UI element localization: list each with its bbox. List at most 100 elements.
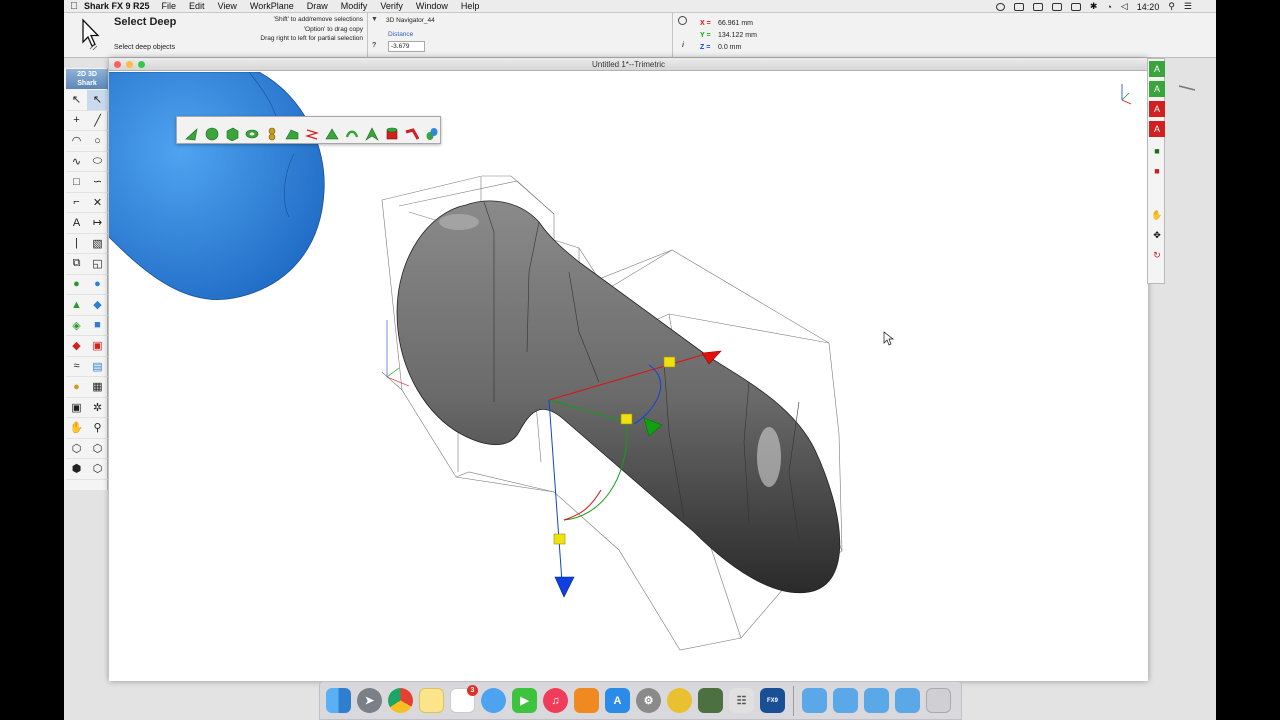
view-side-icon[interactable]: ⬡ (87, 459, 108, 480)
capsule-icon[interactable] (423, 125, 440, 142)
shading-mixed-icon[interactable]: A (1149, 121, 1165, 137)
text-icon[interactable]: A (66, 213, 87, 234)
shading-icon[interactable]: A (1149, 61, 1165, 77)
trim-icon[interactable]: ✕ (87, 193, 108, 213)
cube-icon[interactable]: ■ (87, 316, 108, 336)
surface-icon[interactable]: ≈ (66, 357, 87, 377)
shading-red-icon[interactable]: A (1149, 101, 1165, 117)
menu-help[interactable]: Help (461, 1, 480, 11)
hatch-icon[interactable]: ▧ (87, 234, 108, 254)
notification-center-icon[interactable]: ☰ (1184, 1, 1192, 12)
apps-grid-icon[interactable]: ☷ (729, 688, 754, 713)
notes-icon[interactable] (419, 688, 444, 713)
rotate-icon[interactable]: ↻ (1149, 247, 1165, 263)
app-menu[interactable]: Shark FX 9 R25 (84, 1, 150, 11)
split-icon[interactable]: ◆ (66, 336, 87, 357)
solids-palette[interactable] (176, 116, 441, 144)
menu-window[interactable]: Window (416, 1, 448, 11)
wifi-icon[interactable]: ◔ (1106, 2, 1111, 12)
fillet-icon[interactable]: ⌐ (66, 193, 87, 213)
zoom-icon[interactable]: ⚲ (87, 418, 108, 439)
spotlight-icon[interactable]: ⚲ (1168, 1, 1175, 12)
documents-folder-icon[interactable] (833, 688, 858, 713)
help-icon[interactable]: ? (372, 42, 376, 49)
cylinder-icon[interactable] (383, 125, 400, 142)
apple-menu-icon[interactable]:  (64, 1, 84, 12)
applications-folder-icon[interactable] (895, 688, 920, 713)
gray-solid[interactable] (396, 200, 841, 594)
menu-verify[interactable]: Verify (380, 1, 403, 11)
volume-icon[interactable]: ◁ (1121, 1, 1128, 12)
clock[interactable]: 14:20 (1137, 2, 1160, 12)
dropdown-icon[interactable]: ▼ (371, 16, 378, 23)
shell-icon[interactable]: ▣ (87, 336, 108, 357)
shark-fx-icon[interactable]: FX9 (760, 688, 785, 713)
z-axis-arrow[interactable] (554, 576, 575, 598)
zoom-button[interactable] (138, 61, 145, 68)
dimension-icon[interactable]: ↦ (87, 213, 108, 234)
box-solid-icon[interactable] (223, 125, 240, 142)
sphere-icon[interactable]: ● (87, 275, 108, 295)
facetime-icon[interactable]: ▶ (512, 688, 537, 713)
scene-canvas[interactable] (109, 72, 1148, 681)
downloads-folder-icon[interactable] (864, 688, 889, 713)
render-icon[interactable]: ● (66, 377, 87, 398)
hand-icon[interactable]: ✋ (66, 418, 87, 439)
minimize-button[interactable] (126, 61, 133, 68)
sweep-icon[interactable] (343, 125, 360, 142)
person-red-icon[interactable]: ■ (1149, 163, 1165, 179)
line-icon[interactable]: ╱ (87, 111, 108, 131)
utility-icon[interactable] (698, 688, 723, 713)
figure-eight-icon[interactable] (263, 125, 280, 142)
dropbox-icon[interactable] (1013, 2, 1024, 11)
wireshark-icon[interactable] (667, 688, 692, 713)
airplay-icon[interactable] (1051, 2, 1062, 11)
camera-icon[interactable]: ▣ (66, 398, 87, 418)
trash-icon[interactable] (926, 688, 951, 713)
view-top-icon[interactable]: ⬢ (66, 459, 87, 480)
menu-file[interactable]: File (162, 1, 177, 11)
creative-cloud-icon[interactable] (995, 2, 1005, 11)
view-front-icon[interactable]: ⬡ (66, 439, 87, 459)
shading-multi-icon[interactable]: A (1149, 81, 1165, 97)
torus-icon[interactable] (243, 125, 260, 142)
system-preferences-icon[interactable]: ⚙ (636, 688, 661, 713)
gizmo-handle[interactable] (620, 413, 633, 425)
spring-icon[interactable] (303, 125, 320, 142)
viewport-3d[interactable] (109, 72, 1148, 681)
gizmo-handle[interactable] (553, 533, 566, 545)
snap-icon[interactable] (678, 16, 687, 25)
finder-icon[interactable] (326, 688, 351, 713)
extrude-icon[interactable]: ▲ (66, 295, 87, 316)
solid-green-icon[interactable]: ● (66, 275, 87, 295)
menu-draw[interactable]: Draw (307, 1, 328, 11)
menu-edit[interactable]: Edit (189, 1, 205, 11)
array-icon[interactable]: ◱ (87, 254, 108, 275)
circle-icon[interactable]: ○ (87, 131, 108, 152)
light-icon[interactable]: ✲ (87, 398, 108, 418)
person-green-icon[interactable]: ■ (1149, 143, 1165, 159)
blue-solid[interactable] (109, 72, 325, 300)
info-icon[interactable]: i (682, 42, 684, 49)
arc-icon[interactable]: ◠ (66, 131, 87, 152)
reminders-icon[interactable]: 3 (450, 685, 478, 713)
gizmo-handle[interactable] (663, 356, 676, 368)
rectangle-icon[interactable]: □ (66, 172, 87, 193)
folder-icon[interactable] (802, 688, 827, 713)
layer-icon[interactable]: ▦ (87, 377, 108, 398)
point-icon[interactable]: + (66, 111, 87, 131)
measure-icon[interactable]: ▤ (87, 357, 108, 377)
blend-icon[interactable]: ◆ (87, 295, 108, 316)
spline-icon[interactable]: ∽ (87, 172, 108, 193)
sphere-solid-icon[interactable] (203, 125, 220, 142)
select-icon[interactable]: ↖ (66, 90, 87, 111)
ibooks-icon[interactable] (574, 688, 599, 713)
boolean-icon[interactable]: ◈ (66, 316, 87, 336)
shark-badge[interactable]: 2D 3D Shark (66, 69, 108, 89)
view-iso-icon[interactable]: ⬡ (87, 439, 108, 459)
curve-icon[interactable]: ∿ (66, 152, 87, 172)
menu-modify[interactable]: Modify (341, 1, 368, 11)
display-icon[interactable] (1070, 2, 1081, 11)
menu-workplane[interactable]: WorkPlane (250, 1, 294, 11)
menu-view[interactable]: View (218, 1, 237, 11)
